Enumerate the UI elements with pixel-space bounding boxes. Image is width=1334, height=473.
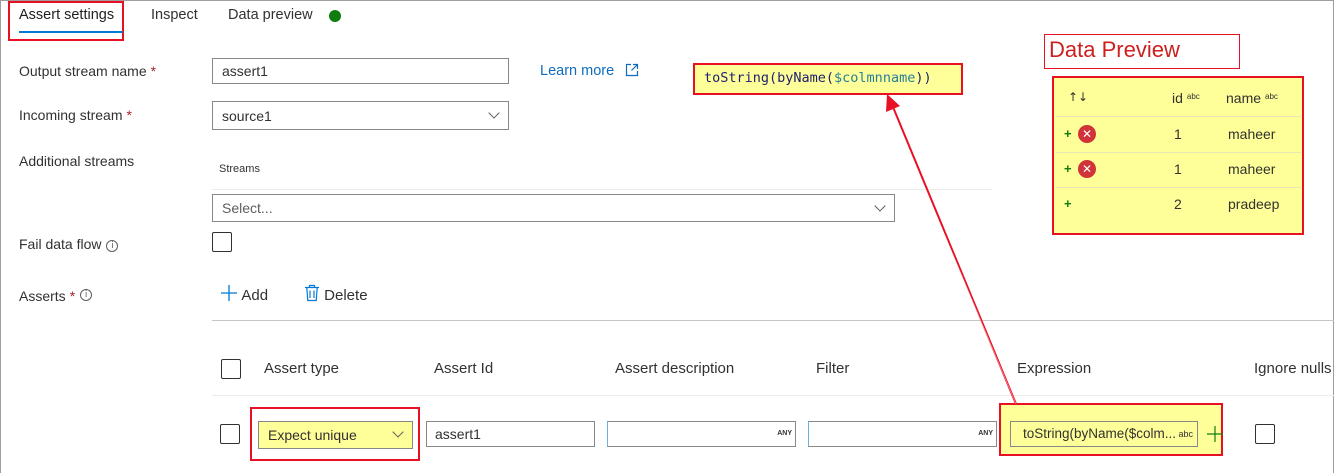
- table-header-divider: [212, 395, 1334, 396]
- type-tag: abc: [1265, 92, 1278, 101]
- output-stream-label-text: Output stream name: [19, 63, 147, 79]
- incoming-stream-dropdown[interactable]: source1: [212, 101, 509, 130]
- chevron-down-icon: [392, 426, 404, 438]
- chevron-down-icon: [874, 200, 886, 212]
- assert-id-input[interactable]: assert1: [426, 421, 595, 447]
- code-suffix: )): [915, 70, 932, 86]
- fail-data-flow-label: Fail data flow i: [19, 236, 119, 252]
- tab-assert-settings[interactable]: Assert settings: [19, 7, 114, 23]
- expression-input[interactable]: toString(byName($colm... abc: [1010, 421, 1198, 447]
- status-ok-icon: [329, 10, 341, 22]
- assert-type-dropdown[interactable]: Expect unique: [258, 421, 413, 449]
- filter-input[interactable]: ANY: [808, 421, 997, 447]
- col-assert-description: Assert description: [615, 360, 735, 377]
- col-expression: Expression: [1017, 360, 1092, 377]
- fail-data-flow-checkbox[interactable]: [212, 232, 232, 252]
- chevron-down-icon: [488, 107, 500, 119]
- preview-header-row: ↑↓ id abc name abc: [1056, 82, 1301, 117]
- assert-description-input[interactable]: ANY: [607, 421, 796, 447]
- preview-id-cell: 1: [1174, 126, 1182, 142]
- delete-button-label: Delete: [324, 287, 368, 304]
- preview-name-cell: maheer: [1228, 126, 1276, 142]
- streams-placeholder: Select...: [222, 200, 273, 216]
- assert-type-value: Expect unique: [268, 427, 357, 443]
- trash-icon: [305, 284, 319, 302]
- ignore-nulls-checkbox[interactable]: [1255, 424, 1275, 444]
- any-type-tag: ANY: [978, 430, 993, 437]
- col-ignore-nulls: Ignore nulls: [1254, 360, 1332, 377]
- add-expression-icon[interactable]: [1206, 425, 1224, 443]
- required-marker: *: [150, 63, 157, 79]
- preview-col-id: id abc: [1172, 90, 1200, 106]
- sort-icon[interactable]: ↑↓: [1068, 90, 1088, 104]
- insert-plus-icon: +: [1064, 161, 1072, 176]
- error-icon: ✕: [1078, 160, 1096, 178]
- fail-data-flow-label-text: Fail data flow: [19, 236, 102, 252]
- preview-id-cell: 2: [1174, 196, 1182, 212]
- preview-row: + 2 pradeep: [1056, 188, 1301, 223]
- add-button[interactable]: Add: [220, 284, 268, 304]
- col-assert-id: Assert Id: [434, 360, 494, 377]
- plus-icon: [221, 285, 237, 301]
- preview-row: + ✕ 1 maheer: [1056, 153, 1301, 188]
- code-prefix: toString(byName(: [704, 70, 835, 86]
- preview-col-name-label: name: [1226, 90, 1262, 106]
- data-preview-panel: ↑↓ id abc name abc + ✕ 1 maheer + ✕ 1 mahe…: [1052, 76, 1304, 235]
- info-icon[interactable]: i: [106, 240, 119, 252]
- insert-plus-icon: +: [1064, 126, 1072, 141]
- external-link-icon[interactable]: [625, 63, 639, 77]
- preview-name-cell: pradeep: [1228, 196, 1280, 212]
- info-icon[interactable]: i: [80, 289, 93, 301]
- code-variable: $colmnname: [834, 70, 916, 86]
- data-preview-title: Data Preview: [1044, 34, 1240, 69]
- preview-id-cell: 1: [1174, 161, 1182, 177]
- error-icon: ✕: [1078, 125, 1096, 143]
- required-marker: *: [126, 107, 132, 123]
- tab-data-preview[interactable]: Data preview: [228, 7, 313, 23]
- streams-divider: [212, 189, 992, 190]
- col-assert-type: Assert type: [264, 360, 340, 377]
- tab-inspect[interactable]: Inspect: [151, 7, 198, 23]
- incoming-stream-value: source1: [222, 108, 272, 124]
- learn-more-link[interactable]: Learn more: [540, 63, 614, 79]
- output-stream-input[interactable]: assert1: [212, 58, 509, 84]
- incoming-stream-label-text: Incoming stream: [19, 107, 123, 123]
- expression-value: toString(byName($colm...: [1023, 426, 1177, 441]
- preview-col-id-label: id: [1172, 90, 1183, 106]
- add-button-label: Add: [241, 287, 269, 304]
- table-top-divider: [212, 320, 1334, 321]
- expression-type-tag: abc: [1178, 429, 1193, 439]
- asserts-label: Asserts * i: [19, 288, 93, 304]
- required-marker: *: [69, 288, 76, 304]
- preview-row: + ✕ 1 maheer: [1056, 118, 1301, 153]
- select-all-checkbox[interactable]: [221, 359, 241, 379]
- delete-button[interactable]: Delete: [304, 284, 368, 304]
- streams-dropdown[interactable]: Select...: [212, 194, 895, 222]
- incoming-stream-label: Incoming stream *: [19, 107, 132, 123]
- active-tab-indicator: [19, 31, 123, 33]
- asserts-label-text: Asserts: [19, 288, 66, 304]
- type-tag: abc: [1186, 92, 1200, 101]
- col-filter: Filter: [816, 360, 850, 377]
- any-type-tag: ANY: [777, 430, 792, 437]
- streams-header: Streams: [219, 163, 260, 175]
- row-checkbox[interactable]: [220, 424, 240, 444]
- insert-plus-icon: +: [1064, 196, 1072, 211]
- preview-col-name: name abc: [1226, 90, 1278, 106]
- code-annotation: toString(byName($colmnname)): [704, 70, 932, 86]
- preview-name-cell: maheer: [1228, 161, 1276, 177]
- output-stream-label: Output stream name *: [19, 63, 156, 79]
- additional-streams-label: Additional streams: [19, 153, 135, 169]
